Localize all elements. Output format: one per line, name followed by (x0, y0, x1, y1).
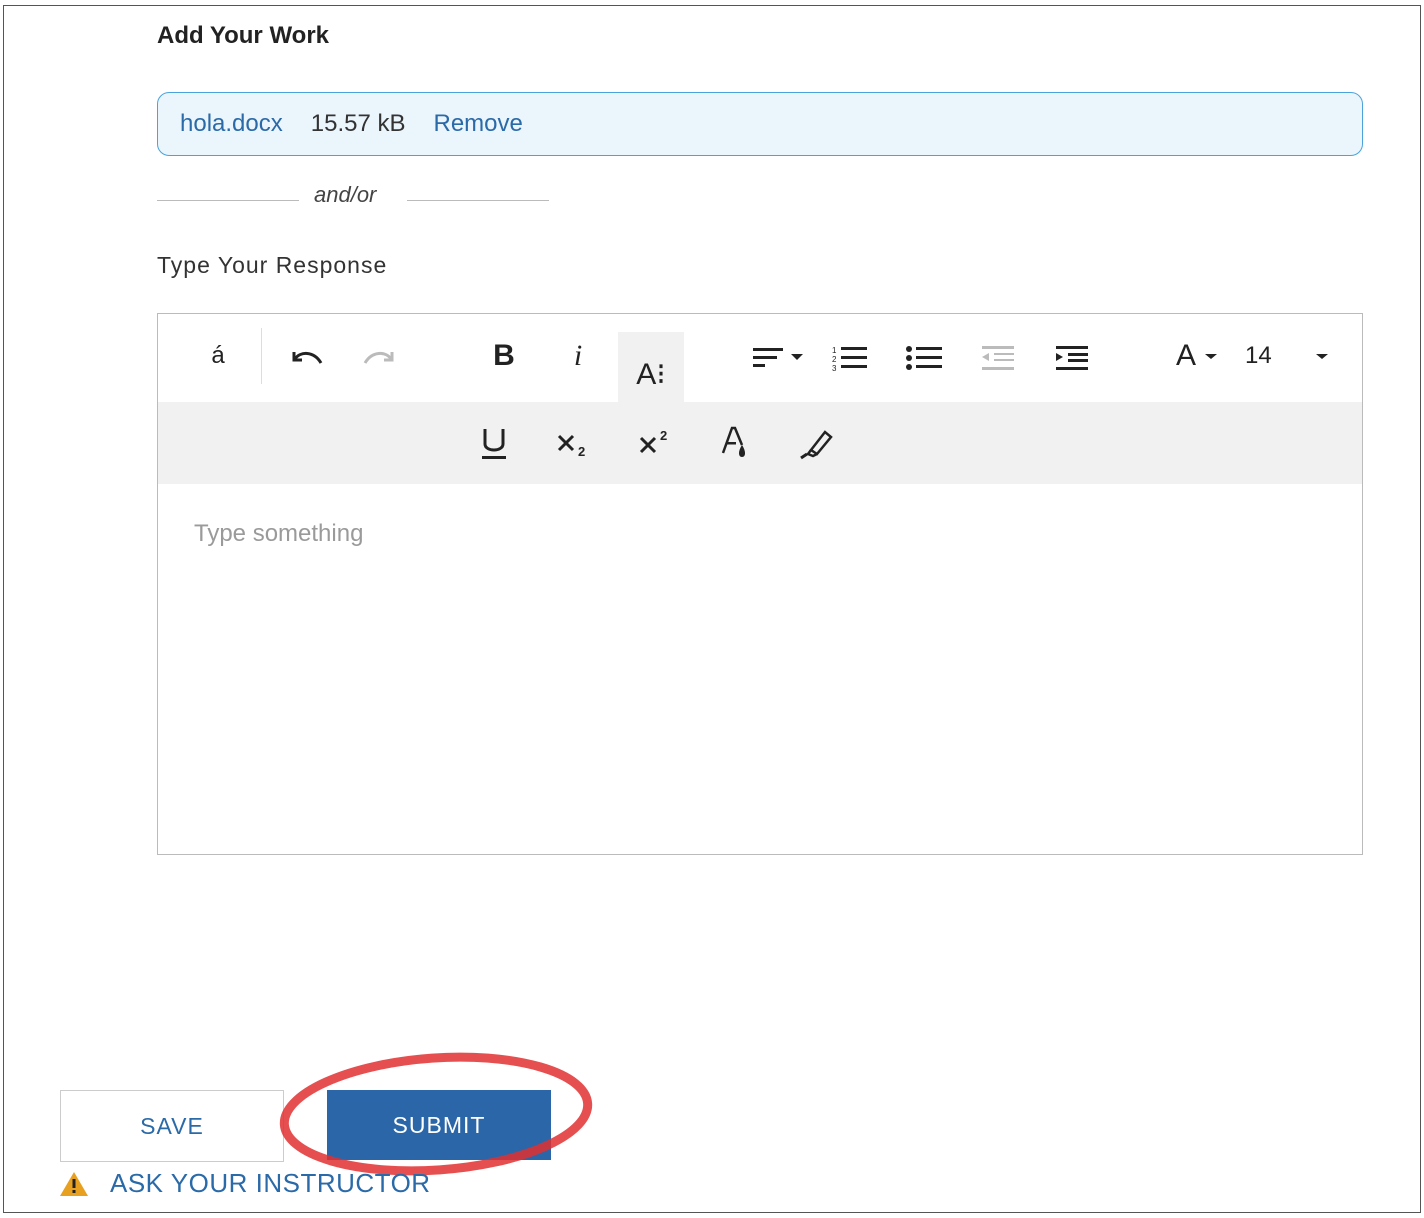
numbered-list-button[interactable]: 123 (826, 336, 874, 380)
special-characters-icon: á (211, 342, 225, 369)
chevron-down-icon (1205, 354, 1217, 359)
ask-instructor-label: ASK YOUR INSTRUCTOR (110, 1168, 431, 1198)
underline-icon (482, 429, 506, 459)
svg-text:2: 2 (660, 428, 667, 443)
toolbar-separator (261, 328, 262, 384)
special-characters-button[interactable]: á (194, 334, 242, 378)
undo-button[interactable] (282, 336, 330, 380)
align-left-icon (753, 348, 803, 367)
indent-button[interactable] (1048, 336, 1096, 380)
redo-button[interactable] (356, 336, 404, 380)
underline-button[interactable] (470, 420, 518, 466)
remove-attachment-link[interactable]: Remove (433, 110, 522, 138)
redo-icon (363, 352, 394, 364)
section-title: Add Your Work (157, 22, 330, 49)
response-label: Type Your Response (157, 252, 388, 278)
attachment-file-name[interactable]: hola.docx (180, 110, 283, 138)
bulleted-list-button[interactable] (900, 336, 948, 380)
divider-left (157, 200, 299, 201)
editor-toolbar-row-1: á B i A⁝ 123 A 14 (158, 314, 1362, 402)
text-color-icon (721, 426, 745, 457)
attachment-box: hola.docx 15.57 kB Remove (157, 92, 1363, 156)
svg-text:2: 2 (832, 355, 837, 364)
save-button[interactable]: SAVE (60, 1090, 284, 1162)
editor-placeholder[interactable]: Type something (194, 520, 363, 548)
submit-button[interactable]: SUBMIT (327, 1090, 551, 1160)
chevron-down-icon (1316, 354, 1328, 359)
font-size-value: 14 (1245, 342, 1272, 369)
align-dropdown-button[interactable] (748, 336, 810, 380)
numbered-list-icon: 123 (832, 346, 867, 372)
subscript-button[interactable]: 2 (550, 420, 598, 466)
svg-text:3: 3 (832, 364, 837, 372)
text-case-button[interactable]: A⁝ (618, 332, 684, 402)
svg-text:1: 1 (832, 346, 837, 355)
attachment-file-size: 15.57 kB (310, 110, 406, 137)
subscript-icon: 2 (557, 434, 585, 458)
outdent-button[interactable] (974, 336, 1022, 380)
divider-right (407, 200, 549, 201)
ask-instructor-link[interactable]: ASK YOUR INSTRUCTOR (58, 1168, 431, 1199)
highlighter-icon (800, 430, 833, 460)
highlight-button[interactable] (792, 420, 840, 466)
outdent-icon (982, 346, 1014, 370)
text-color-button[interactable] (712, 420, 760, 466)
bulleted-list-icon (906, 346, 942, 370)
editor-toolbar-row-2: 2 2 (158, 402, 1362, 484)
text-case-icon: A⁝ (636, 357, 666, 391)
font-size-dropdown[interactable]: 14 (1238, 334, 1338, 378)
font-family-dropdown[interactable]: A (1166, 334, 1230, 378)
italic-icon: i (573, 339, 583, 372)
undo-icon (292, 352, 323, 364)
rich-text-editor: á B i A⁝ 123 A 14 2 2 Type something (157, 313, 1363, 855)
indent-icon (1056, 346, 1088, 370)
superscript-button[interactable]: 2 (632, 420, 680, 466)
warning-icon (60, 1171, 88, 1196)
bold-icon: B (493, 339, 515, 372)
superscript-icon: 2 (639, 428, 667, 454)
font-family-icon: A (1175, 339, 1196, 372)
bold-button[interactable]: B (480, 334, 528, 378)
and-or-separator: and/or (314, 182, 377, 207)
italic-button[interactable]: i (554, 334, 602, 378)
svg-text:2: 2 (578, 444, 585, 458)
